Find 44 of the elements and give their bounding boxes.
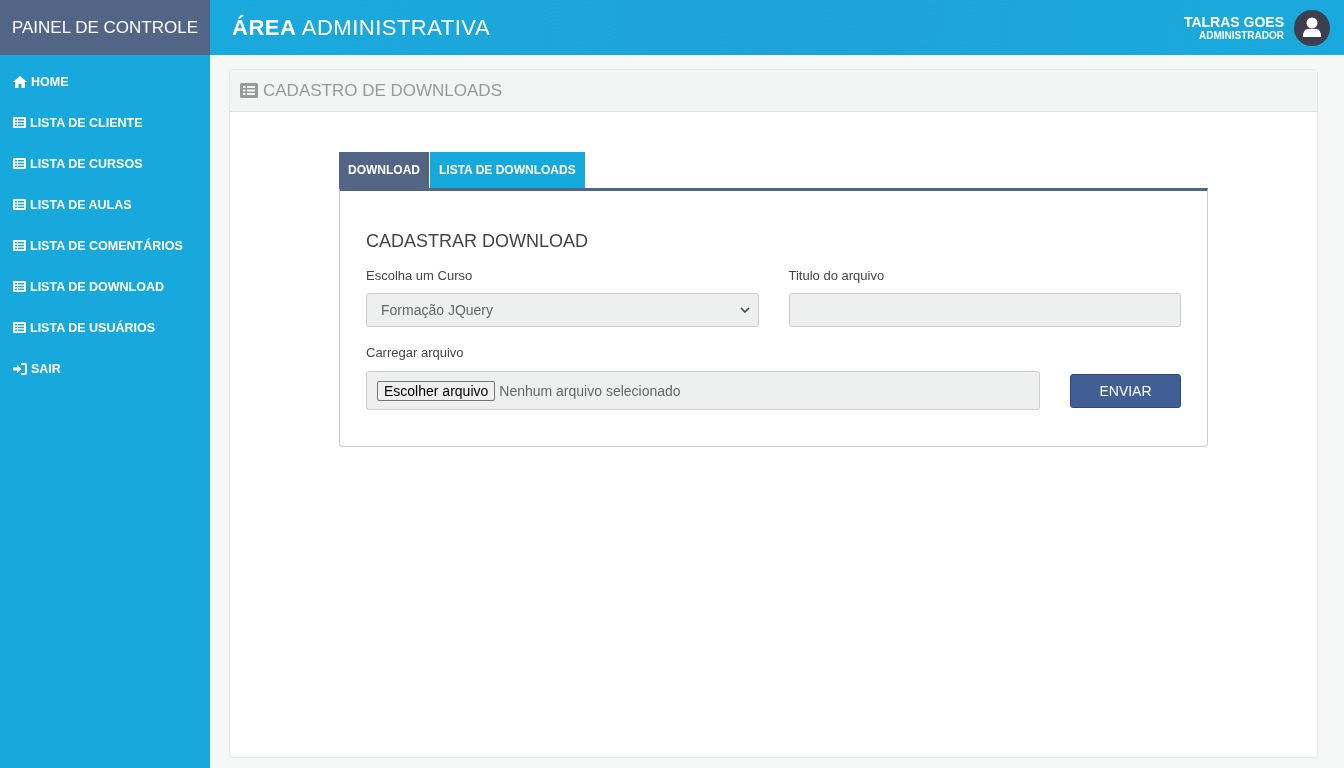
- sidebar-item-label: LISTA DE CLIENTE: [30, 115, 143, 130]
- sidebar-item-label: LISTA DE COMENTÁRIOS: [30, 238, 183, 253]
- sidebar-item-label: HOME: [31, 74, 69, 89]
- list-icon: [240, 83, 258, 98]
- file-status: Nenhum arquivo selecionado: [499, 382, 681, 399]
- list-icon: [13, 199, 26, 210]
- course-select[interactable]: Formação JQuery: [366, 293, 759, 327]
- list-icon: [13, 240, 26, 251]
- home-icon: [13, 75, 27, 88]
- sidebar-item-label: LISTA DE AULAS: [30, 197, 132, 212]
- list-icon: [13, 322, 26, 333]
- sidebar-item-label: LISTA DE USUÁRIOS: [30, 320, 155, 335]
- sidebar-item[interactable]: LISTA DE COMENTÁRIOS: [0, 225, 210, 266]
- field-label: Titulo do arquivo: [788, 268, 886, 283]
- sidebar-title: PAINEL DE CONTROLE: [0, 0, 210, 55]
- sidebar-item-label: LISTA DE CURSOS: [30, 156, 143, 171]
- sidebar-item[interactable]: LISTA DE DOWNLOAD: [0, 266, 210, 307]
- form-heading: CADASTRAR DOWNLOAD: [366, 231, 590, 252]
- chevron-down-icon: [739, 307, 750, 313]
- user-role: ADMINISTRADOR: [1198, 30, 1284, 41]
- file-field[interactable]: Escolher arquivo Nenhum arquivo selecionado: [366, 371, 1040, 410]
- sidebar-item[interactable]: LISTA DE AULAS: [0, 184, 210, 225]
- field-label: Carregar arquivo: [366, 345, 464, 360]
- list-icon: [13, 158, 26, 169]
- sign-in-icon: [13, 362, 27, 375]
- tab[interactable]: LISTA DE DOWNLOADS: [430, 152, 585, 188]
- sidebar-item-label: LISTA DE DOWNLOAD: [30, 279, 164, 294]
- choose-file-button[interactable]: Escolher arquivo: [377, 380, 496, 401]
- list-icon: [13, 281, 26, 292]
- tab[interactable]: DOWNLOAD: [339, 152, 429, 188]
- field-label: Escolha um Curso: [366, 268, 474, 283]
- page-title: ÁREA ADMINISTRATIVA: [232, 14, 491, 41]
- sidebar-item[interactable]: SAIR: [0, 348, 210, 389]
- panel-title: CADASTRO DE DOWNLOADS: [263, 80, 502, 101]
- sidebar-item[interactable]: LISTA DE CLIENTE: [0, 102, 210, 143]
- sidebar-item-label: SAIR: [31, 361, 61, 376]
- sidebar-item[interactable]: LISTA DE USUÁRIOS: [0, 307, 210, 348]
- submit-button[interactable]: ENVIAR: [1070, 373, 1181, 408]
- list-icon: [13, 117, 26, 128]
- input-field[interactable]: [788, 293, 1181, 327]
- user-name: TALRAS GOES: [1183, 14, 1284, 30]
- avatar-icon[interactable]: [1294, 9, 1330, 46]
- sidebar-item[interactable]: HOME: [0, 61, 210, 102]
- sidebar-item[interactable]: LISTA DE CURSOS: [0, 143, 210, 184]
